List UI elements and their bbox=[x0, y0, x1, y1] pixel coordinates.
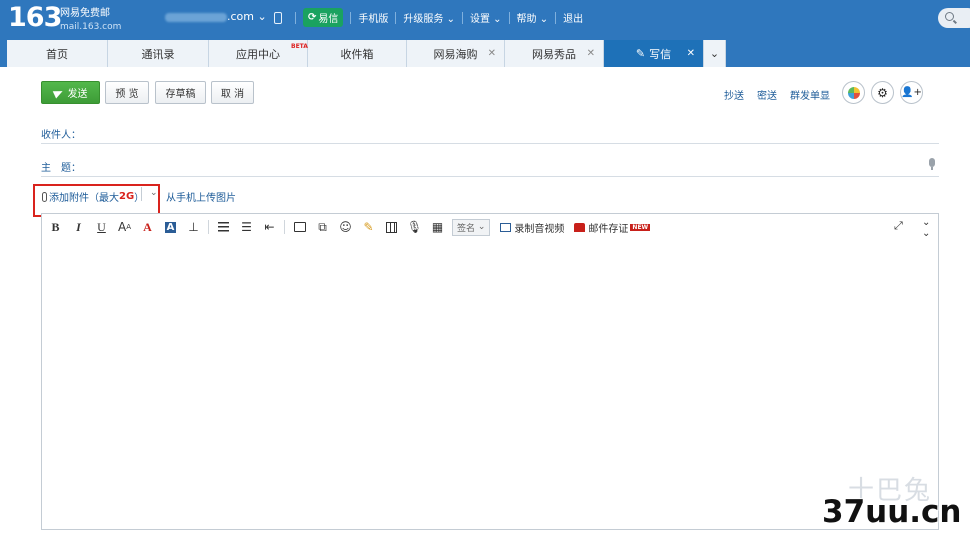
format-brush-icon[interactable]: ⊥ bbox=[182, 218, 205, 236]
table-icon bbox=[386, 221, 397, 233]
search-button[interactable] bbox=[938, 8, 970, 28]
tab-contacts[interactable]: 通讯录 bbox=[108, 40, 209, 67]
stamp-icon bbox=[574, 222, 586, 232]
compose-icon: ✎ bbox=[635, 47, 646, 60]
tab-netease-xiupin[interactable]: 网易秀品 ✕ bbox=[505, 40, 604, 67]
new-badge: NEW bbox=[630, 223, 651, 231]
logo-domain: mail.163.com bbox=[60, 22, 122, 32]
watermark-text: 37uu.cn bbox=[822, 494, 962, 530]
voice-button[interactable]: 🎙 bbox=[403, 218, 426, 236]
bold-button[interactable]: B bbox=[44, 218, 67, 236]
preview-button[interactable]: 预 览 bbox=[105, 81, 149, 104]
settings-button[interactable]: ⚙ bbox=[871, 81, 894, 104]
account-menu[interactable]: .com ⌄ bbox=[165, 10, 267, 23]
indent-icon: ⇤ bbox=[264, 220, 275, 234]
add-attachment-link[interactable]: 添加附件（最大 2G） bbox=[42, 189, 144, 204]
yixin-button[interactable]: ⟳ 易信 bbox=[303, 8, 344, 27]
save-draft-button[interactable]: 存草稿 bbox=[155, 81, 206, 104]
indent-button[interactable]: ⇤ bbox=[258, 218, 281, 236]
align-button[interactable] bbox=[212, 218, 235, 236]
microphone-icon: 🎙 bbox=[406, 220, 423, 234]
attachment-options-chevron-icon[interactable]: ⌄ bbox=[150, 188, 158, 198]
top-links: ⟳ 易信 手机版 升级服务 ⌄ 设置 ⌄ 帮助 ⌄ 退出 bbox=[268, 8, 583, 27]
gear-icon: ⚙ bbox=[877, 85, 888, 100]
to-input[interactable] bbox=[41, 143, 939, 144]
to-label: 收件人： bbox=[41, 130, 81, 141]
rich-text-editor[interactable]: B I U AA A A ⊥ ☰ ⇤ ⧉ ☺ ✎ 🎙 ▦ 签名 ⌄ 录制音视频 … bbox=[41, 213, 939, 530]
insert-table-button[interactable] bbox=[380, 218, 403, 236]
stationery-button[interactable] bbox=[842, 81, 865, 104]
yixin-icon: ⟳ bbox=[308, 12, 317, 23]
image-icon bbox=[293, 222, 306, 232]
send-icon bbox=[52, 86, 64, 99]
upgrade-link[interactable]: 升级服务 ⌄ bbox=[403, 10, 455, 25]
upload-from-phone-link[interactable]: 从手机上传图片 bbox=[166, 189, 236, 204]
cc-link[interactable]: 抄送 bbox=[724, 87, 744, 102]
separate-send-link[interactable]: 群发单显 bbox=[790, 87, 830, 102]
emoji-button[interactable]: ☺ bbox=[334, 218, 357, 236]
help-link[interactable]: 帮助 ⌄ bbox=[517, 10, 549, 25]
font-color-button[interactable]: A bbox=[136, 218, 159, 236]
add-user-icon: 👤+ bbox=[901, 87, 922, 98]
font-size-button[interactable]: AA bbox=[113, 218, 136, 236]
logout-link[interactable]: 退出 bbox=[563, 10, 583, 25]
smiley-icon: ☺ bbox=[339, 220, 352, 234]
template-button[interactable]: ▦ bbox=[426, 218, 449, 236]
italic-button[interactable]: I bbox=[67, 218, 90, 236]
insert-image-button[interactable] bbox=[288, 218, 311, 236]
expand-icon[interactable]: ⤢ bbox=[894, 219, 903, 233]
paperclip-icon bbox=[42, 191, 47, 202]
add-contact-button[interactable]: 👤+ bbox=[900, 81, 923, 104]
tab-home[interactable]: 首页 bbox=[7, 40, 108, 67]
pen-icon: ✎ bbox=[363, 220, 374, 234]
beta-badge: BETA bbox=[291, 43, 308, 50]
align-left-icon bbox=[218, 222, 229, 232]
top-header: 163 网易免费邮 mail.163.com .com ⌄ ⟳ 易信 手机版 升级… bbox=[0, 0, 970, 39]
signature-select[interactable]: 签名 ⌄ bbox=[452, 218, 491, 236]
phone-icon[interactable] bbox=[274, 11, 282, 24]
mobile-link[interactable]: 手机版 bbox=[358, 10, 388, 25]
attachment-max-size: 2G bbox=[119, 191, 135, 202]
mail-evidence-button[interactable]: 邮件存证 NEW bbox=[574, 220, 651, 235]
close-icon[interactable]: ✕ bbox=[587, 48, 595, 59]
account-name-blurred bbox=[165, 12, 227, 22]
settings-link[interactable]: 设置 ⌄ bbox=[470, 10, 502, 25]
cancel-button[interactable]: 取 消 bbox=[211, 81, 254, 104]
bullet-list-icon: ☰ bbox=[241, 220, 252, 234]
logo-text: 网易免费邮 bbox=[60, 8, 110, 19]
screenshot-icon: ⧉ bbox=[318, 219, 327, 234]
collapse-toolbar-icon[interactable]: ⌄ ⌄ bbox=[922, 217, 930, 239]
logo-number[interactable]: 163 bbox=[8, 2, 62, 33]
screenshot-button[interactable]: ⧉ bbox=[311, 218, 334, 236]
tab-bar: 首页 通讯录 应用中心 BETA 收件箱 网易海购 ✕ 网易秀品 ✕ ✎ 写信 ✕ ⌄ bbox=[0, 39, 970, 67]
chevron-down-icon: ⌄ bbox=[257, 10, 267, 23]
template-icon: ▦ bbox=[431, 220, 444, 234]
account-suffix: .com bbox=[227, 10, 254, 23]
doodle-button[interactable]: ✎ bbox=[357, 218, 380, 236]
bcc-link[interactable]: 密送 bbox=[757, 87, 777, 102]
chevron-down-icon: ⌄ bbox=[709, 47, 720, 60]
tab-compose[interactable]: ✎ 写信 ✕ bbox=[604, 40, 704, 67]
microphone-icon[interactable] bbox=[928, 158, 936, 171]
tab-inbox[interactable]: 收件箱 bbox=[308, 40, 407, 67]
bullet-list-button[interactable]: ☰ bbox=[235, 218, 258, 236]
flower-icon bbox=[847, 86, 860, 99]
underline-button[interactable]: U bbox=[90, 218, 113, 236]
close-icon[interactable]: ✕ bbox=[687, 48, 695, 59]
tab-app-center[interactable]: 应用中心 BETA bbox=[209, 40, 308, 67]
close-icon[interactable]: ✕ bbox=[488, 48, 496, 59]
send-button[interactable]: 发送 bbox=[41, 81, 100, 104]
video-icon bbox=[500, 222, 512, 232]
search-icon bbox=[945, 12, 954, 21]
record-video-button[interactable]: 录制音视频 bbox=[500, 220, 564, 235]
background-color-button[interactable]: A bbox=[159, 218, 182, 236]
tab-netease-haigou[interactable]: 网易海购 ✕ bbox=[407, 40, 505, 67]
subject-input[interactable] bbox=[41, 176, 939, 177]
editor-toolbar: B I U AA A A ⊥ ☰ ⇤ ⧉ ☺ ✎ 🎙 ▦ 签名 ⌄ 录制音视频 … bbox=[42, 214, 938, 240]
tabs-more-button[interactable]: ⌄ bbox=[704, 40, 726, 67]
subject-label: 主 题： bbox=[41, 163, 81, 174]
